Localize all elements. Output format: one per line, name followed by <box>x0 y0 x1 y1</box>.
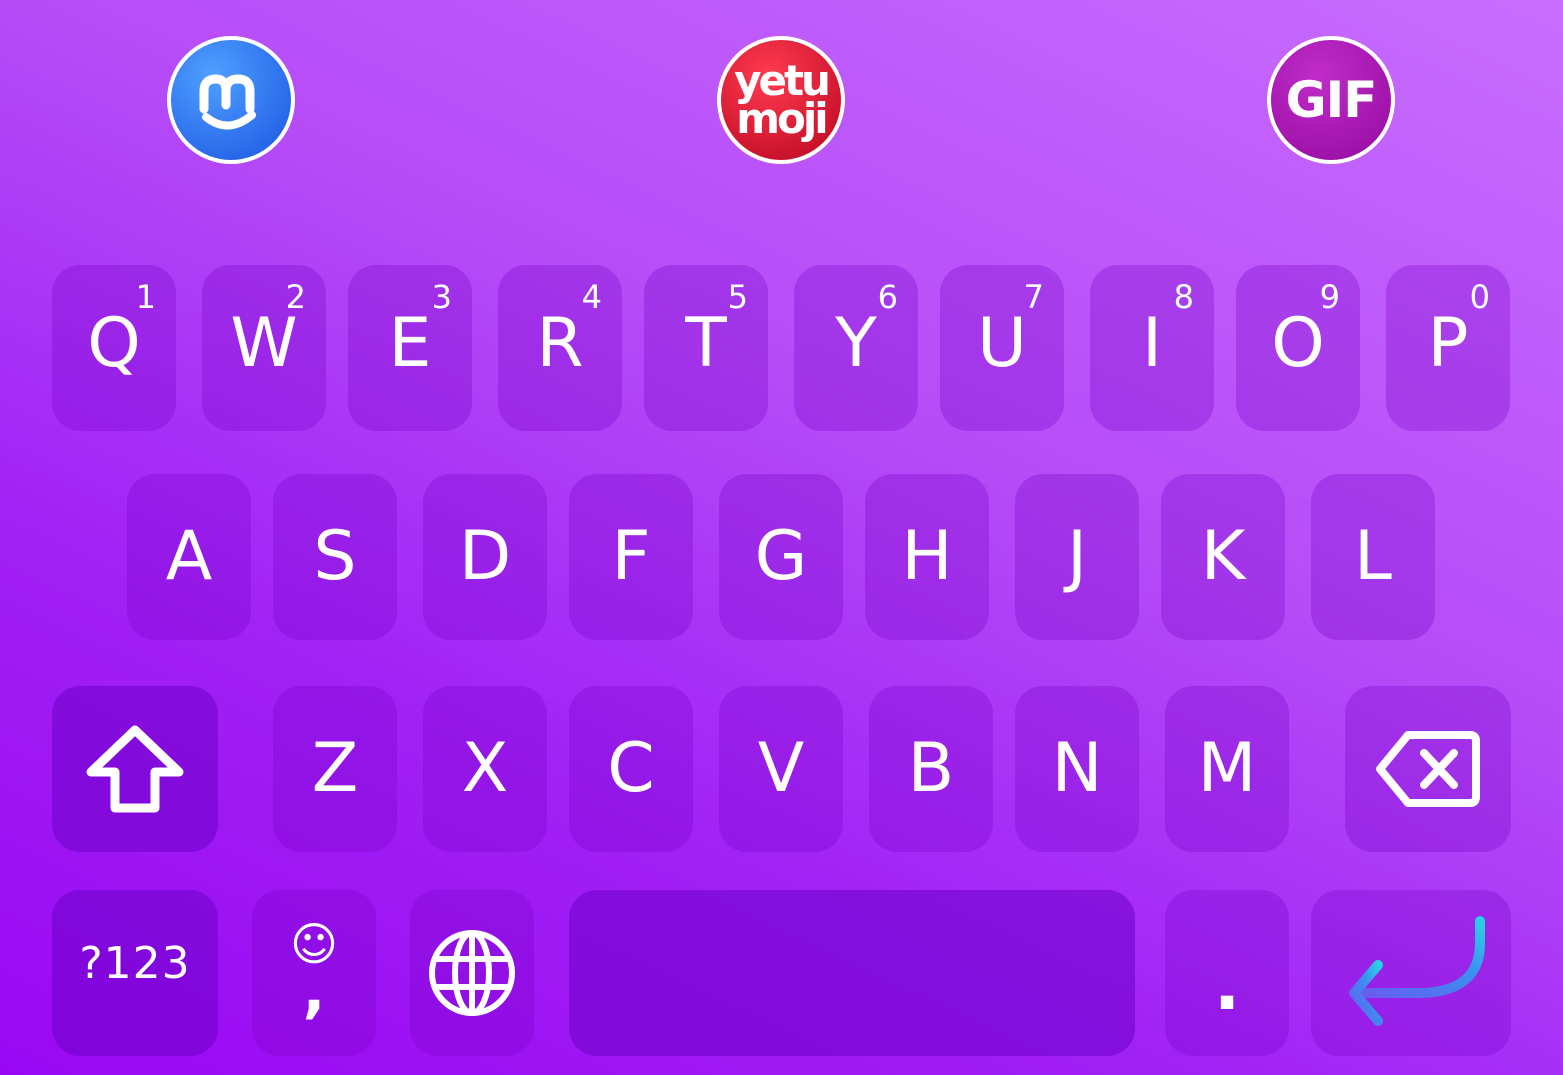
key-b[interactable]: B <box>869 686 993 852</box>
key-label: C <box>607 729 655 808</box>
enter-key[interactable] <box>1311 890 1511 1056</box>
key-label: Q <box>87 304 141 383</box>
symbols-key[interactable]: ?123 <box>52 890 218 1056</box>
key-a[interactable]: A <box>127 474 251 640</box>
key-n[interactable]: N <box>1015 686 1139 852</box>
key-j[interactable]: J <box>1015 474 1139 640</box>
key-label: W <box>230 304 298 383</box>
key-number-hint: 3 <box>431 278 452 316</box>
key-number-hint: 7 <box>1023 278 1044 316</box>
key-number-hint: 2 <box>285 278 306 316</box>
period-label: . <box>1213 944 1241 1026</box>
key-label: U <box>977 304 1027 383</box>
key-number-hint: 8 <box>1173 278 1194 316</box>
period-key[interactable]: . <box>1165 890 1289 1056</box>
key-label: T <box>685 304 727 383</box>
key-w[interactable]: W 2 <box>202 265 326 431</box>
key-k[interactable]: K <box>1161 474 1285 640</box>
key-label: A <box>165 517 213 596</box>
space-key[interactable] <box>569 890 1135 1056</box>
key-label: L <box>1354 517 1392 596</box>
m-app-button[interactable] <box>167 36 295 164</box>
key-g[interactable]: G <box>719 474 843 640</box>
comma-label: , <box>302 956 326 1026</box>
m-logo-icon <box>199 74 256 130</box>
shift-icon <box>86 725 184 813</box>
key-u[interactable]: U 7 <box>940 265 1064 431</box>
key-o[interactable]: O 9 <box>1236 265 1360 431</box>
key-label: O <box>1271 304 1325 383</box>
key-label: R <box>536 304 584 383</box>
key-y[interactable]: Y 6 <box>794 265 918 431</box>
key-number-hint: 9 <box>1319 278 1340 316</box>
key-s[interactable]: S <box>273 474 397 640</box>
yetumoji-label-line2: moji <box>736 94 828 143</box>
key-f[interactable]: F <box>569 474 693 640</box>
enter-icon <box>1349 916 1485 1026</box>
key-label: P <box>1427 304 1469 383</box>
key-z[interactable]: Z <box>273 686 397 852</box>
key-label: D <box>458 517 512 596</box>
key-label: X <box>461 729 509 808</box>
emoji-comma-content: ☺ , <box>290 921 338 1026</box>
key-label: I <box>1141 304 1163 383</box>
key-label: B <box>907 729 955 808</box>
key-d[interactable]: D <box>423 474 547 640</box>
key-number-hint: 4 <box>581 278 602 316</box>
key-x[interactable]: X <box>423 686 547 852</box>
key-number-hint: 0 <box>1469 278 1490 316</box>
key-c[interactable]: C <box>569 686 693 852</box>
symbols-label: ?123 <box>79 937 191 989</box>
key-label: M <box>1197 729 1257 808</box>
key-label: F <box>611 517 651 596</box>
key-label: H <box>901 517 953 596</box>
key-m[interactable]: M <box>1165 686 1289 852</box>
key-p[interactable]: P 0 <box>1386 265 1510 431</box>
yetumoji-button[interactable]: yetu moji <box>717 36 845 164</box>
key-label: S <box>313 517 357 596</box>
key-label: J <box>1066 517 1088 596</box>
key-q[interactable]: Q 1 <box>52 265 176 431</box>
key-label: Y <box>835 304 877 383</box>
keyboard: yetu moji GIF Q 1 W 2 E 3 R 4 T 5 Y 6 U … <box>0 0 1563 1075</box>
key-v[interactable]: V <box>719 686 843 852</box>
key-label: Z <box>311 729 359 808</box>
key-l[interactable]: L <box>1311 474 1435 640</box>
key-e[interactable]: E 3 <box>348 265 472 431</box>
key-label: G <box>754 517 808 596</box>
key-number-hint: 1 <box>135 278 156 316</box>
key-h[interactable]: H <box>865 474 989 640</box>
key-i[interactable]: I 8 <box>1090 265 1214 431</box>
backspace-key[interactable] <box>1345 686 1511 852</box>
shift-key[interactable] <box>52 686 218 852</box>
key-t[interactable]: T 5 <box>644 265 768 431</box>
key-r[interactable]: R 4 <box>498 265 622 431</box>
key-label: V <box>757 729 805 808</box>
gif-label: GIF <box>1285 71 1378 129</box>
backspace-icon <box>1376 731 1480 807</box>
key-number-hint: 5 <box>727 278 748 316</box>
key-number-hint: 6 <box>877 278 898 316</box>
gif-button[interactable]: GIF <box>1267 36 1395 164</box>
language-key[interactable] <box>410 890 534 1056</box>
key-label: E <box>388 304 432 383</box>
key-label: N <box>1051 729 1103 808</box>
emoji-comma-key[interactable]: ☺ , <box>252 890 376 1056</box>
globe-icon <box>429 930 515 1016</box>
key-label: K <box>1200 517 1246 596</box>
